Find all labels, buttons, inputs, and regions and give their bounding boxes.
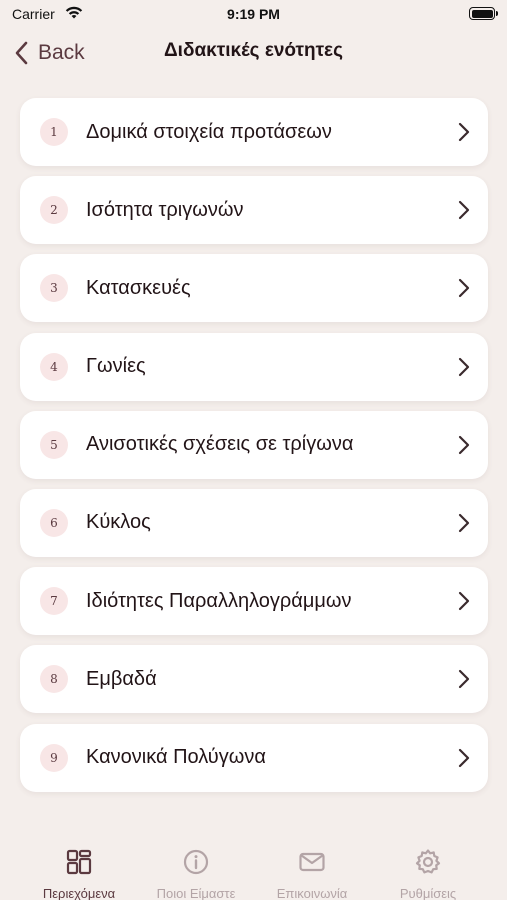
lesson-number-badge: 8 (40, 665, 68, 694)
chevron-right-icon (458, 279, 470, 298)
lesson-number-badge: 6 (40, 508, 68, 537)
mail-icon (299, 852, 325, 872)
lesson-item[interactable]: 7 Ιδιότητες Παραλληλογράμμων (20, 567, 488, 636)
page-title: Διδακτικές ενότητες (164, 40, 343, 61)
lesson-number-badge: 4 (40, 352, 68, 381)
tab-label: Επικοινωνία (276, 886, 348, 900)
tab-contents[interactable]: Περιεχόμενα (24, 848, 134, 900)
tab-about[interactable]: Ποιοι Είμαστε (141, 848, 251, 900)
tab-label: Ρυθμίσεις (399, 886, 457, 900)
tab-contact[interactable]: Επικοινωνία (257, 848, 367, 900)
lesson-number-badge: 7 (40, 587, 68, 616)
lesson-label: Ανισοτικές σχέσεις σε τρίγωνα (86, 433, 354, 456)
lesson-label: Εμβαδά (86, 667, 157, 690)
lesson-label: Κανονικά Πολύγωνα (86, 746, 266, 768)
tab-bar: Περιεχόμενα Ποιοι Είμαστε Επικοινωνία Ρυ… (0, 840, 507, 900)
lesson-item[interactable]: 5 Ανισοτικές σχέσεις σε τρίγωνα (20, 410, 488, 479)
chevron-right-icon (458, 122, 470, 142)
chevron-right-icon (458, 201, 470, 220)
lesson-label: Ισότητα τριγωνών (86, 198, 244, 221)
chevron-right-icon (458, 435, 470, 454)
lesson-number-badge: 1 (40, 118, 68, 146)
lesson-item[interactable]: 1 Δομικά στοιχεία προτάσεων (20, 98, 488, 166)
lesson-number-badge: 2 (40, 196, 68, 225)
lesson-item[interactable]: 2 Ισότητα τριγωνών (20, 176, 488, 245)
battery-icon (469, 7, 498, 20)
chevron-right-icon (458, 513, 470, 533)
lesson-number-badge: 9 (40, 743, 68, 772)
lesson-label: Γωνίες (86, 355, 146, 378)
tab-label: Ποιοι Είμαστε (156, 886, 236, 900)
lesson-number-badge: 5 (40, 430, 68, 459)
chevron-right-icon (458, 357, 470, 376)
lesson-item[interactable]: 6 Κύκλος (20, 488, 488, 557)
lessons-list: 1 Δομικά στοιχεία προτάσεων 2 Ισότητα τριγω… (20, 98, 488, 802)
tab-label: Περιεχόμενα (42, 886, 116, 900)
lesson-label: Κατασκευές (86, 276, 191, 299)
lesson-label: Ιδιότητες Παραλληλογράμμων (86, 589, 352, 612)
lesson-label: Κύκλος (86, 511, 151, 534)
lesson-item[interactable]: 3 Κατασκευές (20, 254, 488, 323)
gear-icon (415, 849, 441, 874)
status-time: 9:19 PM (227, 6, 280, 22)
lesson-number-badge: 3 (40, 274, 68, 303)
lesson-label: Δομικά στοιχεία προτάσεων (86, 120, 332, 143)
info-icon (183, 849, 209, 875)
chevron-right-icon (458, 748, 470, 767)
chevron-right-icon (458, 592, 470, 611)
nav-bar: Back Διδακτικές ενότητες (0, 30, 507, 76)
lesson-item[interactable]: 4 Γωνίες (20, 332, 488, 401)
lesson-item[interactable]: 9 Κανονικά Πολύγωνα (20, 723, 488, 792)
chevron-right-icon (458, 670, 470, 689)
lesson-item[interactable]: 8 Εμβαδά (20, 645, 488, 714)
grid-icon (66, 849, 92, 875)
tab-settings[interactable]: Ρυθμίσεις (373, 848, 483, 900)
status-bar: Carrier 9:19 PM (0, 0, 507, 30)
